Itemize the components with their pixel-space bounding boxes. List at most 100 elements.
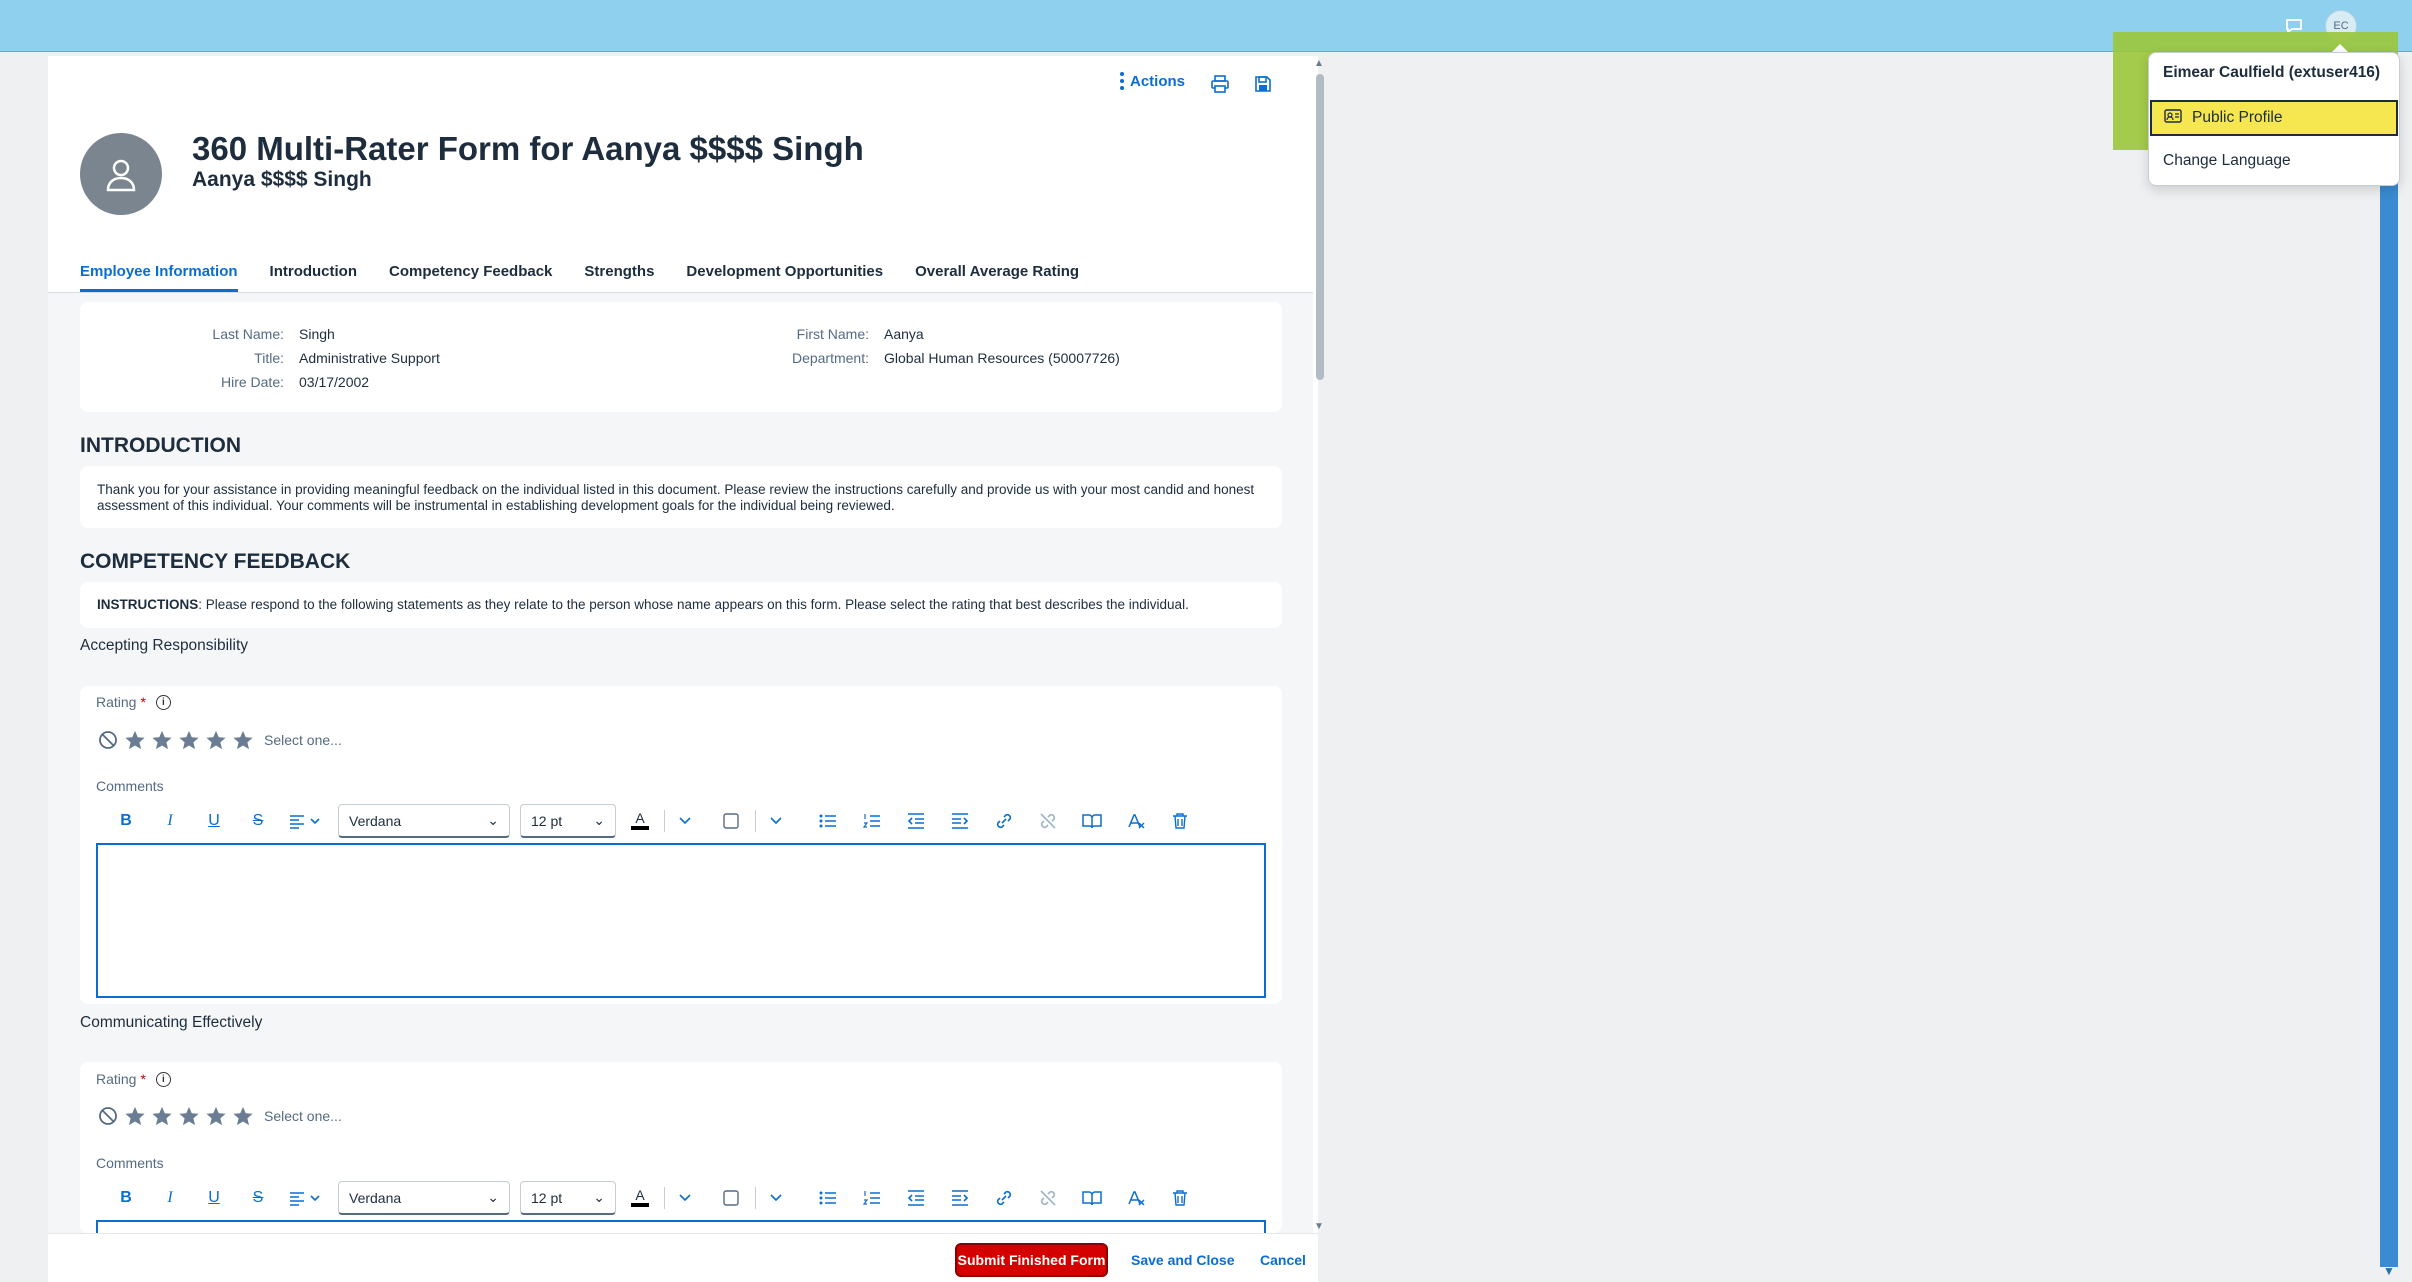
font-select[interactable]: Verdana ⌄ <box>338 1181 510 1215</box>
save-and-close-button[interactable]: Save and Close <box>1131 1252 1235 1268</box>
chevron-down-icon[interactable] <box>762 807 790 835</box>
italic-button[interactable]: I <box>156 1184 184 1212</box>
hire-date-label: Hire Date: <box>220 374 284 390</box>
star-icon[interactable] <box>177 728 200 751</box>
star-icon[interactable] <box>177 1104 200 1127</box>
unlink-icon[interactable] <box>1034 1184 1062 1212</box>
star-icon[interactable] <box>231 1104 254 1127</box>
chevron-down-icon: ⌄ <box>487 812 499 828</box>
indent-icon[interactable] <box>946 1184 974 1212</box>
outdent-icon[interactable] <box>902 1184 930 1212</box>
spellcheck-book-icon[interactable] <box>1078 1184 1106 1212</box>
info-icon[interactable]: i <box>155 694 171 710</box>
page-scrollbar[interactable] <box>2380 92 2398 1267</box>
numbered-list-icon[interactable] <box>858 1184 886 1212</box>
checkbox-icon[interactable] <box>717 1184 745 1212</box>
strikethrough-button[interactable]: S <box>244 807 272 835</box>
checkbox-icon[interactable] <box>717 807 745 835</box>
rating-placeholder: Select one... <box>264 1107 342 1124</box>
competency-heading: COMPETENCY FEEDBACK <box>80 550 351 573</box>
save-icon[interactable] <box>1249 70 1277 98</box>
public-profile-menu-item[interactable]: Public Profile <box>2150 100 2398 136</box>
text-color-icon[interactable]: A <box>626 1184 654 1212</box>
unlink-icon[interactable] <box>1034 807 1062 835</box>
employee-avatar-icon <box>80 133 162 215</box>
department-value: Global Human Resources (50007726) <box>884 350 1120 366</box>
comments-editor[interactable] <box>96 843 1266 998</box>
rating-label-text: Rating <box>96 694 137 710</box>
first-name-value: Aanya <box>884 326 924 342</box>
align-dropdown-icon[interactable] <box>288 807 324 835</box>
star-icon[interactable] <box>123 1104 146 1127</box>
rating-stars: Select one... <box>96 1104 342 1127</box>
link-icon[interactable] <box>990 1184 1018 1212</box>
star-icon[interactable] <box>231 728 254 751</box>
editor-toolbar: B I U S Verdana ⌄ 12 pt ⌄ A <box>112 804 1210 838</box>
delete-icon[interactable] <box>1166 1184 1194 1212</box>
clear-rating-icon[interactable] <box>96 1104 119 1127</box>
hire-date-value: 03/17/2002 <box>299 374 370 390</box>
scroll-up-arrow-icon[interactable]: ▲ <box>1313 58 1325 70</box>
scroll-down-arrow-icon[interactable]: ▼ <box>1313 1221 1325 1233</box>
link-icon[interactable] <box>990 807 1018 835</box>
instructions-text: INSTRUCTIONS: Please respond to the foll… <box>97 597 1189 612</box>
chevron-down-icon[interactable] <box>762 1184 790 1212</box>
star-icon[interactable] <box>150 1104 173 1127</box>
star-icon[interactable] <box>204 728 227 751</box>
separator <box>664 810 665 832</box>
clear-format-icon[interactable] <box>1122 1184 1150 1212</box>
indent-icon[interactable] <box>946 807 974 835</box>
department-label: Department: <box>791 350 869 366</box>
text-color-glyph: A <box>635 810 645 826</box>
delete-icon[interactable] <box>1166 807 1194 835</box>
font-size-select[interactable]: 12 pt ⌄ <box>520 1181 616 1215</box>
spellcheck-book-icon[interactable] <box>1078 807 1106 835</box>
chevron-down-icon[interactable] <box>671 1184 699 1212</box>
bold-button[interactable]: B <box>112 807 140 835</box>
tab-competency-feedback[interactable]: Competency Feedback <box>389 262 552 292</box>
last-name-value: Singh <box>299 326 335 342</box>
align-dropdown-icon[interactable] <box>288 1184 324 1212</box>
font-select-value: Verdana <box>349 1189 402 1206</box>
instructions-body: : Please respond to the following statem… <box>198 597 1189 612</box>
font-size-select[interactable]: 12 pt ⌄ <box>520 804 616 838</box>
strikethrough-button[interactable]: S <box>244 1184 272 1212</box>
cancel-button[interactable]: Cancel <box>1260 1252 1306 1268</box>
text-color-icon[interactable]: A <box>626 807 654 835</box>
numbered-list-icon[interactable] <box>858 807 886 835</box>
scroll-down-arrow-icon[interactable]: ▼ <box>2380 1264 2398 1278</box>
tab-strengths[interactable]: Strengths <box>584 262 654 292</box>
rating-label: Rating * i <box>96 694 171 710</box>
last-name-label: Last Name: <box>212 326 284 342</box>
clear-rating-icon[interactable] <box>96 728 119 751</box>
star-icon[interactable] <box>150 728 173 751</box>
tab-development-opportunities[interactable]: Development Opportunities <box>686 262 883 292</box>
actions-button[interactable]: Actions <box>1120 72 1185 90</box>
form-scrollbar-thumb[interactable] <box>1316 74 1324 380</box>
menu-caret <box>2332 44 2348 52</box>
underline-button[interactable]: U <box>200 807 228 835</box>
print-icon[interactable] <box>1206 70 1234 98</box>
underline-button[interactable]: U <box>200 1184 228 1212</box>
change-language-menu-item[interactable]: Change Language <box>2163 152 2291 170</box>
actions-label: Actions <box>1130 72 1186 90</box>
form-footer <box>48 1233 1318 1282</box>
italic-button[interactable]: I <box>156 807 184 835</box>
comments-editor[interactable] <box>96 1220 1266 1233</box>
chevron-down-icon[interactable] <box>671 807 699 835</box>
info-icon[interactable]: i <box>155 1071 171 1087</box>
font-size-value: 12 pt <box>531 1189 563 1206</box>
star-icon[interactable] <box>123 728 146 751</box>
font-select[interactable]: Verdana ⌄ <box>338 804 510 838</box>
bulleted-list-icon[interactable] <box>814 807 842 835</box>
clear-format-icon[interactable] <box>1122 807 1150 835</box>
outdent-icon[interactable] <box>902 807 930 835</box>
star-icon[interactable] <box>204 1104 227 1127</box>
submit-finished-form-button[interactable]: Submit Finished Form <box>955 1243 1108 1277</box>
tab-employee-information[interactable]: Employee Information <box>80 262 238 292</box>
bold-button[interactable]: B <box>112 1184 140 1212</box>
bulleted-list-icon[interactable] <box>814 1184 842 1212</box>
tab-overall-average-rating[interactable]: Overall Average Rating <box>915 262 1079 292</box>
text-color-glyph: A <box>635 1187 645 1203</box>
tab-introduction[interactable]: Introduction <box>270 262 357 292</box>
